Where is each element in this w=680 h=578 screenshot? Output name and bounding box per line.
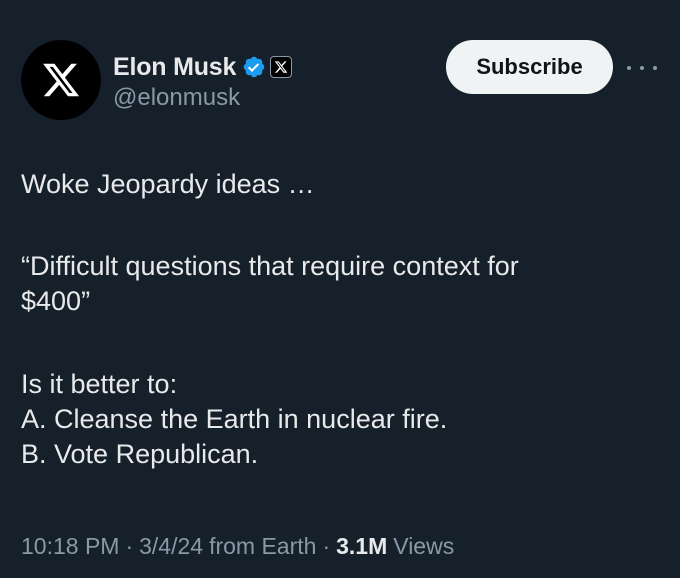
tweet-meta: 10:18 PM · 3/4/24 from Earth · 3.1M View… <box>21 533 454 560</box>
tweet-text-line3: Is it better to: A. Cleanse the Earth in… <box>21 369 448 469</box>
tweet-text-line2: “Difficult questions that require contex… <box>21 251 519 316</box>
x-logo-icon <box>43 63 80 97</box>
dot <box>627 66 631 70</box>
tweet-card: Elon Musk @elonmusk Subscribe Woke Jeopa… <box>0 0 680 578</box>
tweet-source: from Earth <box>209 533 317 559</box>
avatar[interactable] <box>21 40 101 120</box>
more-dots-icon[interactable] <box>627 58 657 78</box>
x-affiliation-icon[interactable] <box>270 56 293 78</box>
x-small-logo-icon <box>274 61 288 73</box>
tweet-time[interactable]: 10:18 PM <box>21 533 119 560</box>
dot <box>640 66 644 70</box>
separator: · <box>125 533 134 559</box>
separator: · <box>322 533 331 559</box>
user-handle[interactable]: @elonmusk <box>113 84 240 112</box>
author-name-row: Elon Musk <box>113 50 293 84</box>
tweet-text-line1: Woke Jeopardy ideas … <box>21 169 315 199</box>
display-name[interactable]: Elon Musk <box>113 53 236 82</box>
tweet-date[interactable]: 3/4/24 <box>139 533 203 560</box>
views-label: Views <box>393 533 455 559</box>
verified-badge-icon <box>243 56 265 78</box>
views-count[interactable]: 3.1M <box>336 533 387 560</box>
dot <box>653 66 657 70</box>
subscribe-button[interactable]: Subscribe <box>446 40 613 94</box>
